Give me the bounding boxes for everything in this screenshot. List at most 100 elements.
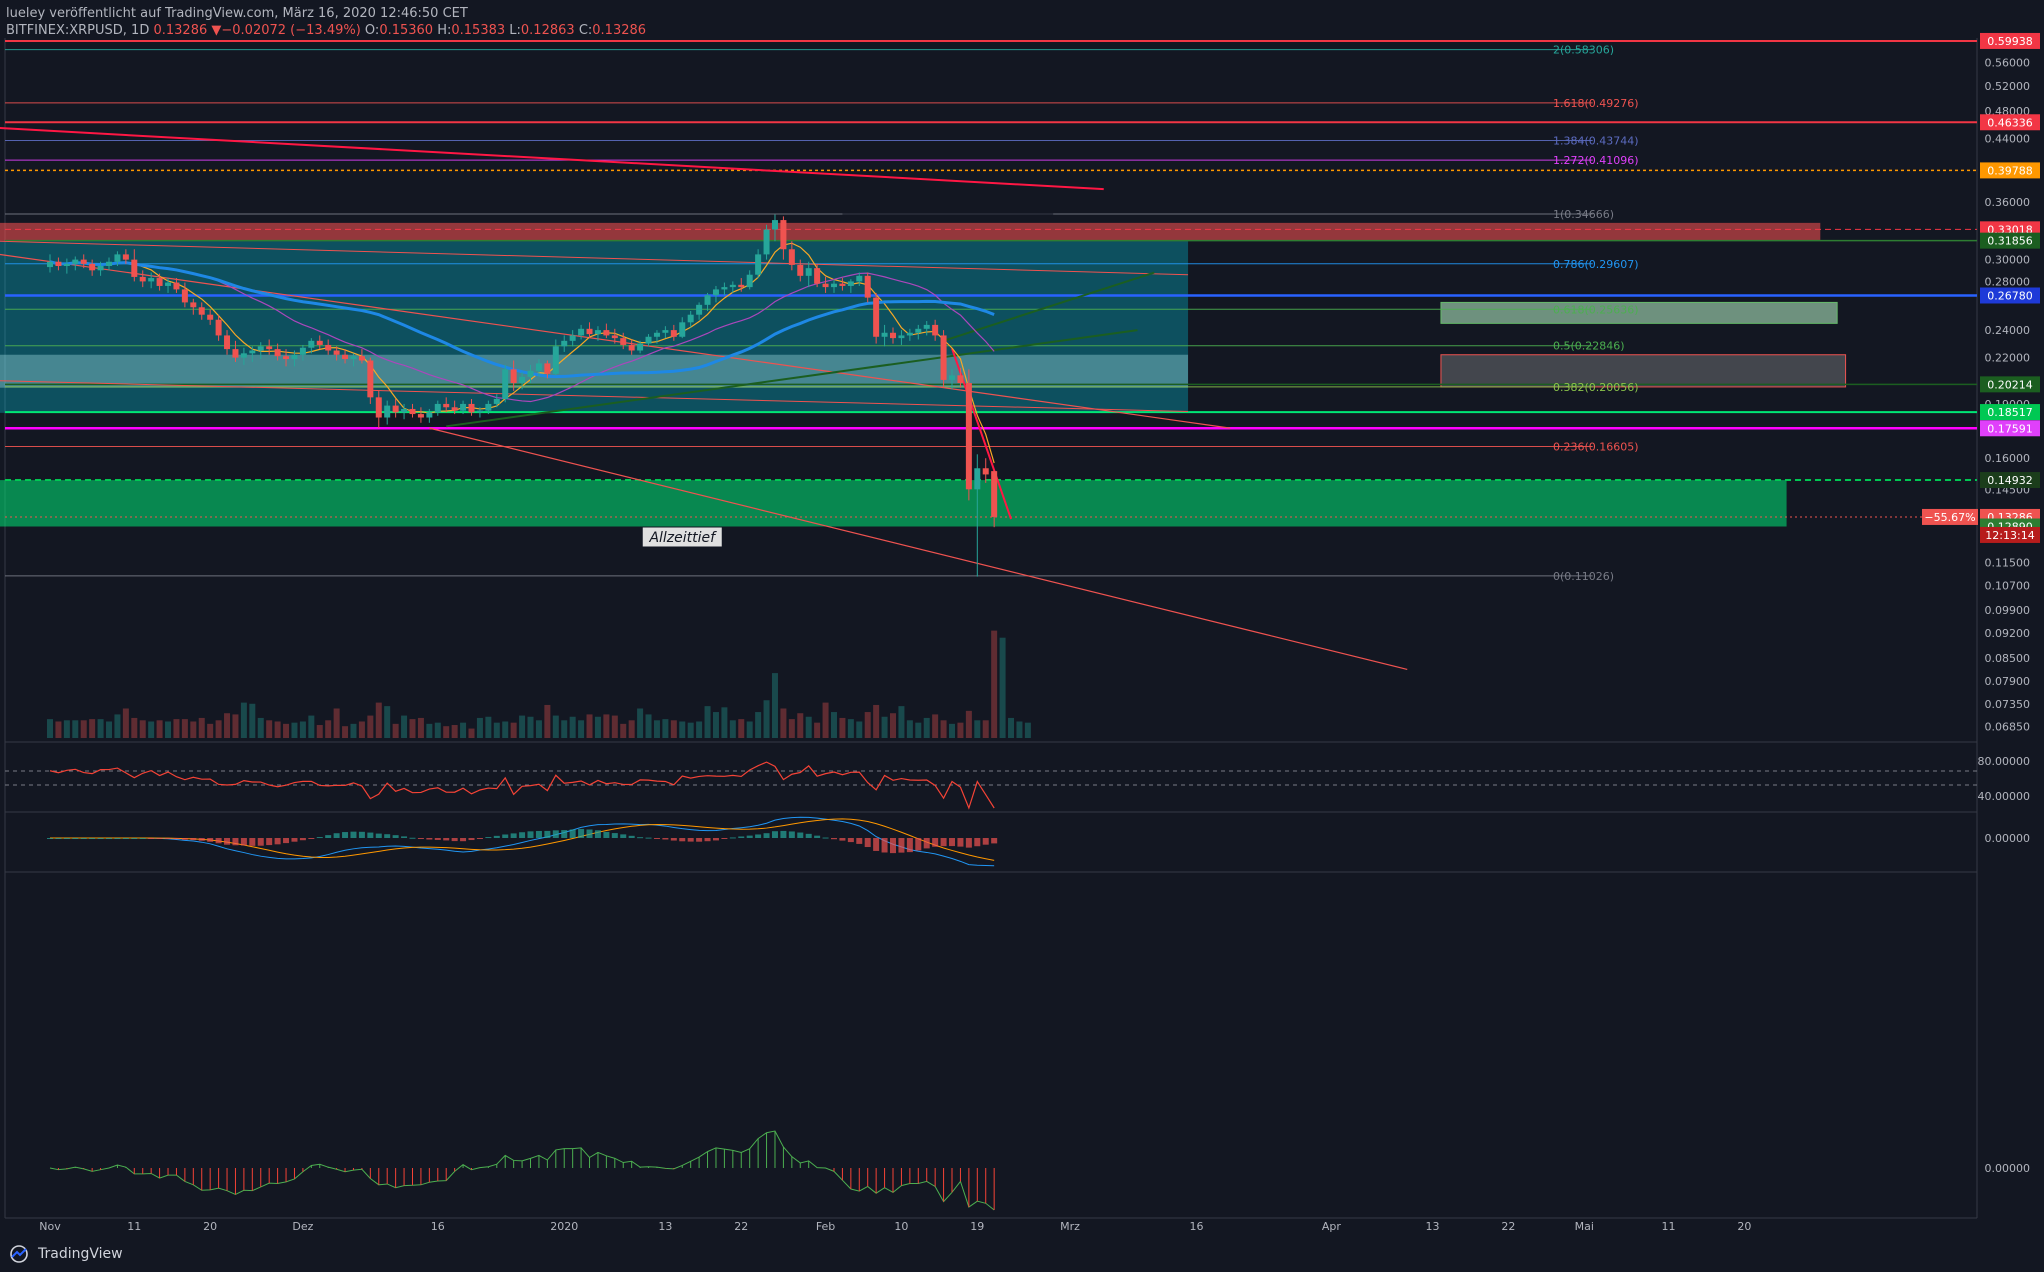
volume-bar [392, 723, 399, 738]
candle-body [628, 344, 635, 351]
candle-body [131, 259, 138, 277]
volume-bar [830, 712, 837, 738]
macd-histogram-bar [637, 837, 644, 839]
candle-body [696, 304, 703, 315]
macd-histogram-bar [198, 838, 205, 841]
price-tick: 0.52000 [1985, 80, 2031, 93]
macd-histogram-bar [830, 838, 837, 840]
volume-bar [224, 713, 231, 738]
candle-body [401, 408, 408, 413]
price-tick: 0.09900 [1985, 604, 2031, 617]
price-tick: 0.07350 [1985, 698, 2031, 711]
macd-histogram-bar [805, 833, 812, 838]
macd-histogram-bar [63, 838, 70, 839]
time-tick-7: 22 [734, 1220, 748, 1233]
volume-bar [805, 716, 812, 738]
volume-bar [493, 722, 500, 738]
volume-bar [949, 723, 956, 738]
volume-bar [552, 715, 559, 738]
macd-histogram-bar [721, 838, 728, 839]
candle-body [603, 330, 610, 336]
candle-body [266, 346, 273, 350]
macd-histogram-bar [890, 838, 896, 854]
candle-body [207, 314, 214, 320]
volume-bar [999, 637, 1006, 738]
fib-label-5: 0.786(0.29607) [1553, 258, 1639, 271]
macd-histogram-bar [780, 830, 787, 838]
volume-bar [291, 722, 298, 738]
macd-histogram-bar [384, 834, 391, 838]
volume-bar [122, 708, 129, 738]
volume-bar [384, 706, 391, 738]
time-tick-18: 20 [1737, 1220, 1751, 1233]
candle-body [949, 375, 956, 380]
volume-bar [923, 717, 930, 738]
macd-histogram-bar [266, 838, 273, 846]
volume-bar [148, 721, 155, 738]
volume-bar [535, 720, 542, 738]
volume-bar [215, 720, 222, 738]
volume-bar [704, 706, 711, 738]
price-chart[interactable]: 2(0.58306) 1.618(0.49276) 1.384(0.43744) 1.… [0, 0, 2044, 1240]
macd-histogram-bar [771, 831, 778, 838]
macd-histogram-bar [316, 837, 323, 839]
macd-histogram-bar [485, 837, 492, 839]
candle-body [333, 350, 340, 355]
candle-body [738, 284, 745, 288]
volume-bar [519, 715, 526, 738]
candle-body [611, 335, 618, 339]
candle-body [148, 278, 155, 282]
macd-histogram-bar [72, 838, 79, 839]
candle-body [527, 370, 534, 377]
macd-histogram-bar [468, 838, 475, 841]
candle-body [746, 274, 753, 288]
macd-histogram-bar [932, 838, 939, 847]
candle-body [788, 249, 795, 265]
volume-bar [982, 720, 989, 738]
candle-body [890, 332, 896, 339]
fib-0382-box [1440, 354, 1847, 388]
candle-body [721, 287, 728, 290]
candle-body [586, 328, 593, 335]
candle-body [122, 254, 129, 260]
macd-histogram-bar [148, 838, 155, 839]
volume-bar [299, 721, 306, 738]
macd-histogram-bar [873, 838, 880, 851]
candle-body [249, 350, 256, 354]
tradingview-logo[interactable]: TradingView [6, 1245, 123, 1263]
volume-bar [763, 700, 770, 738]
macd-histogram-bar [114, 838, 121, 839]
macd-histogram-bar [325, 835, 332, 838]
macd-histogram-bar [594, 830, 601, 838]
time-tick-8: Feb [816, 1220, 835, 1233]
candle-body [47, 261, 53, 268]
macd-histogram-bar [106, 838, 113, 839]
price-label-6: 0.20214 [1987, 378, 2033, 391]
candle-body [434, 403, 441, 413]
price-label-4: 0.31856 [1987, 235, 2033, 248]
macd-histogram-bar [965, 838, 972, 848]
volume-bar [139, 720, 146, 738]
macd-histogram-bar [350, 831, 357, 838]
footer-bar [0, 1240, 2044, 1272]
volume-bar [746, 721, 753, 738]
macd-histogram-bar [906, 838, 913, 853]
volume-bar [476, 717, 483, 738]
volume-bar [957, 722, 964, 738]
volume-bar [460, 722, 467, 738]
volume-bar [544, 704, 551, 738]
fib-label-10: 0(0.11026) [1553, 570, 1614, 583]
candle-body [358, 356, 365, 361]
candle-body [552, 346, 559, 374]
candle-body [139, 276, 146, 282]
volume-bar [89, 719, 96, 738]
macd-histogram-bar [552, 830, 559, 838]
macd-histogram-bar [586, 829, 593, 838]
candle-body [822, 283, 829, 288]
macd-histogram-bar [190, 838, 197, 841]
price-tick: 0.16000 [1985, 452, 2031, 465]
volume-bar [165, 721, 172, 738]
volume-bar [527, 716, 534, 738]
price-label-5: 0.26780 [1987, 289, 2033, 302]
fib-0618-box [1440, 301, 1838, 324]
